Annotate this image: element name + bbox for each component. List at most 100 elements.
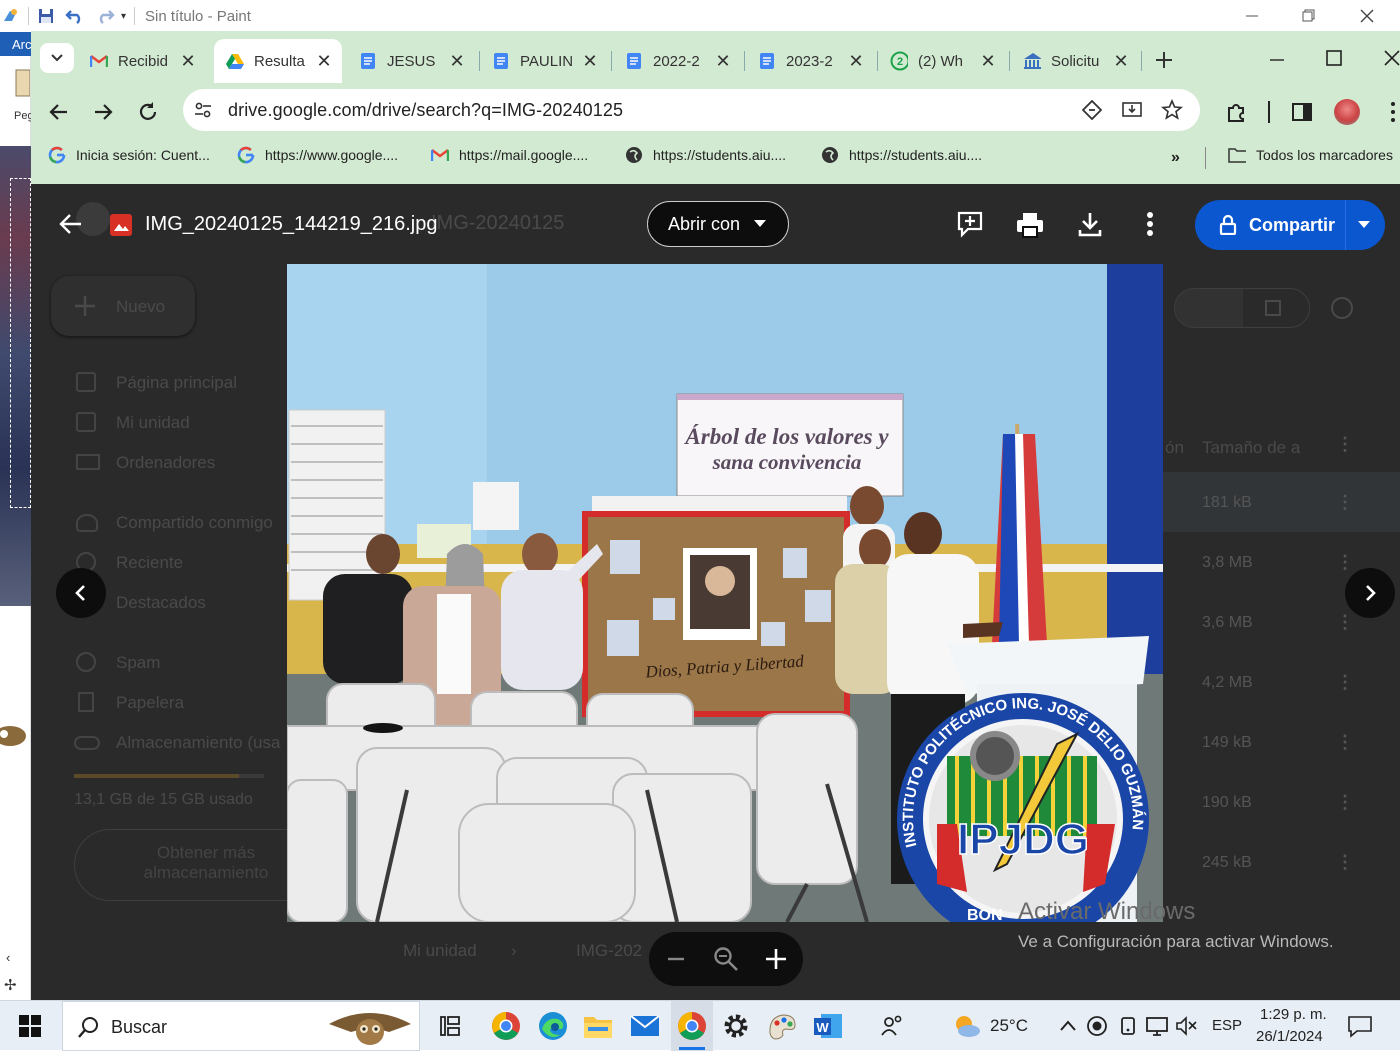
- row-menu-icon[interactable]: ⋮: [1336, 492, 1354, 513]
- tab-gmail[interactable]: Recibid ✕: [90, 39, 205, 83]
- column-menu-icon[interactable]: ⋮: [1336, 434, 1354, 455]
- task-view-icon[interactable]: [434, 1010, 466, 1042]
- close-tab-icon[interactable]: ✕: [447, 51, 467, 72]
- share-button[interactable]: Compartir: [1195, 200, 1385, 250]
- bookmark-star-icon[interactable]: [1161, 99, 1183, 121]
- more-bookmarks-icon[interactable]: »: [1171, 149, 1180, 167]
- close-tab-icon[interactable]: ✕: [1111, 51, 1131, 72]
- paint-file-tab[interactable]: Arc: [0, 32, 32, 56]
- close-tab-icon[interactable]: ✕: [713, 51, 733, 72]
- save-icon[interactable]: [37, 7, 55, 25]
- move-icon[interactable]: ✢: [4, 976, 17, 994]
- previous-image-button[interactable]: [56, 568, 106, 618]
- tab-whatsapp[interactable]: 2 (2) Wh ✕: [890, 39, 1005, 83]
- close-button[interactable]: [1381, 47, 1400, 69]
- more-actions-icon[interactable]: [1143, 210, 1157, 238]
- bookmark-item[interactable]: https://mail.google....: [431, 146, 588, 164]
- row-menu-icon[interactable]: ⋮: [1336, 852, 1354, 873]
- row-menu-icon[interactable]: ⋮: [1336, 612, 1354, 633]
- zoom-out-button[interactable]: [665, 948, 687, 970]
- install-app-icon[interactable]: [1121, 99, 1143, 121]
- tab-solicitud[interactable]: Solicitu ✕: [1023, 39, 1138, 83]
- row-menu-icon[interactable]: ⋮: [1336, 672, 1354, 693]
- nav-trash[interactable]: Papelera: [116, 693, 184, 713]
- tab-drive-results[interactable]: Resulta ✕: [214, 39, 342, 83]
- volume-muted-icon[interactable]: [1170, 1010, 1202, 1042]
- breadcrumb-my-drive[interactable]: Mi unidad: [403, 941, 477, 961]
- back-button[interactable]: [47, 100, 71, 124]
- device-icon[interactable]: [1112, 1010, 1144, 1042]
- taskbar-search[interactable]: Buscar: [62, 1001, 420, 1051]
- file-explorer-icon[interactable]: [582, 1010, 614, 1042]
- new-tab-button[interactable]: [1153, 49, 1175, 71]
- nav-shared[interactable]: Compartido conmigo: [116, 513, 273, 533]
- record-icon[interactable]: [1081, 1010, 1113, 1042]
- nav-my-drive[interactable]: Mi unidad: [116, 413, 190, 433]
- bookmark-item[interactable]: Inicia sesión: Cuent...: [48, 146, 210, 164]
- quick-access-dropdown-icon[interactable]: ▾: [121, 11, 126, 22]
- paint-maximize-button[interactable]: [1298, 6, 1318, 26]
- chrome-taskbar-icon[interactable]: [490, 1010, 522, 1042]
- paint-close-button[interactable]: [1356, 5, 1378, 27]
- paint-taskbar-icon[interactable]: [766, 1010, 798, 1042]
- close-viewer-button[interactable]: [58, 211, 84, 237]
- minimize-button[interactable]: [1266, 49, 1288, 71]
- forward-button[interactable]: [91, 100, 115, 124]
- close-tab-icon[interactable]: ✕: [580, 51, 600, 72]
- row-menu-icon[interactable]: ⋮: [1336, 732, 1354, 753]
- start-button[interactable]: [14, 1010, 46, 1042]
- view-toggle[interactable]: [1174, 288, 1310, 328]
- share-dropdown-icon[interactable]: [1358, 221, 1370, 229]
- tab-search-button[interactable]: [40, 43, 74, 73]
- tab-doc-paulin[interactable]: PAULIN ✕: [492, 39, 607, 83]
- close-tab-icon[interactable]: ✕: [978, 51, 998, 72]
- zoom-icon[interactable]: [713, 946, 739, 972]
- print-icon[interactable]: [1016, 212, 1044, 238]
- site-info-icon[interactable]: [193, 100, 213, 120]
- url-text[interactable]: drive.google.com/drive/search?q=IMG-2024…: [228, 100, 623, 121]
- close-tab-icon[interactable]: ✕: [846, 51, 866, 72]
- row-menu-icon[interactable]: ⋮: [1336, 792, 1354, 813]
- info-icon[interactable]: [1331, 297, 1353, 319]
- clock-time[interactable]: 1:29 p. m.: [1260, 1006, 1327, 1023]
- nav-storage[interactable]: Almacenamiento (usa: [116, 733, 280, 753]
- extensions-icon[interactable]: [1224, 100, 1248, 124]
- add-comment-icon[interactable]: [956, 210, 984, 238]
- nav-spam[interactable]: Spam: [116, 653, 160, 673]
- edge-taskbar-icon[interactable]: [537, 1010, 569, 1042]
- scroll-left-icon[interactable]: ‹: [6, 950, 10, 965]
- next-image-button[interactable]: [1345, 568, 1395, 618]
- nav-recent[interactable]: Reciente: [116, 553, 183, 573]
- clock-date[interactable]: 26/1/2024: [1256, 1028, 1323, 1045]
- close-tab-icon[interactable]: ✕: [314, 51, 334, 72]
- zoom-in-button[interactable]: [764, 947, 788, 971]
- reload-button[interactable]: [136, 100, 160, 124]
- paste-icon[interactable]: [14, 68, 30, 98]
- open-with-button[interactable]: Abrir con: [647, 201, 789, 247]
- people-icon[interactable]: [876, 1010, 908, 1042]
- show-hidden-icons[interactable]: [1052, 1010, 1084, 1042]
- address-bar[interactable]: drive.google.com/drive/search?q=IMG-2024…: [183, 89, 1200, 131]
- weather-temp[interactable]: 25°C: [990, 1016, 1028, 1036]
- mail-icon[interactable]: [629, 1010, 661, 1042]
- tab-doc-2023[interactable]: 2023-2 ✕: [758, 39, 873, 83]
- profile-avatar[interactable]: [1334, 99, 1360, 125]
- maximize-button[interactable]: [1323, 47, 1345, 69]
- list-view-icon[interactable]: [1175, 289, 1243, 327]
- side-panel-icon[interactable]: [1290, 100, 1314, 124]
- bookmark-item[interactable]: https://students.aiu....: [625, 146, 786, 164]
- grid-view-icon[interactable]: [1265, 300, 1281, 316]
- nav-computers[interactable]: Ordenadores: [116, 453, 215, 473]
- network-icon[interactable]: [1141, 1010, 1173, 1042]
- bookmark-item[interactable]: https://students.aiu....: [821, 146, 982, 164]
- nav-starred[interactable]: Destacados: [116, 593, 206, 613]
- more-menu-icon[interactable]: [1386, 99, 1400, 125]
- undo-icon[interactable]: [65, 7, 85, 25]
- download-icon[interactable]: [1078, 211, 1102, 237]
- settings-gear-icon[interactable]: [720, 1010, 752, 1042]
- all-bookmarks-button[interactable]: Todos los marcadores: [1228, 146, 1393, 164]
- tab-doc-jesus[interactable]: JESUS ✕: [359, 39, 474, 83]
- tab-doc-2022[interactable]: 2022-2 ✕: [625, 39, 740, 83]
- redo-icon[interactable]: [95, 7, 115, 25]
- close-tab-icon[interactable]: ✕: [178, 51, 198, 72]
